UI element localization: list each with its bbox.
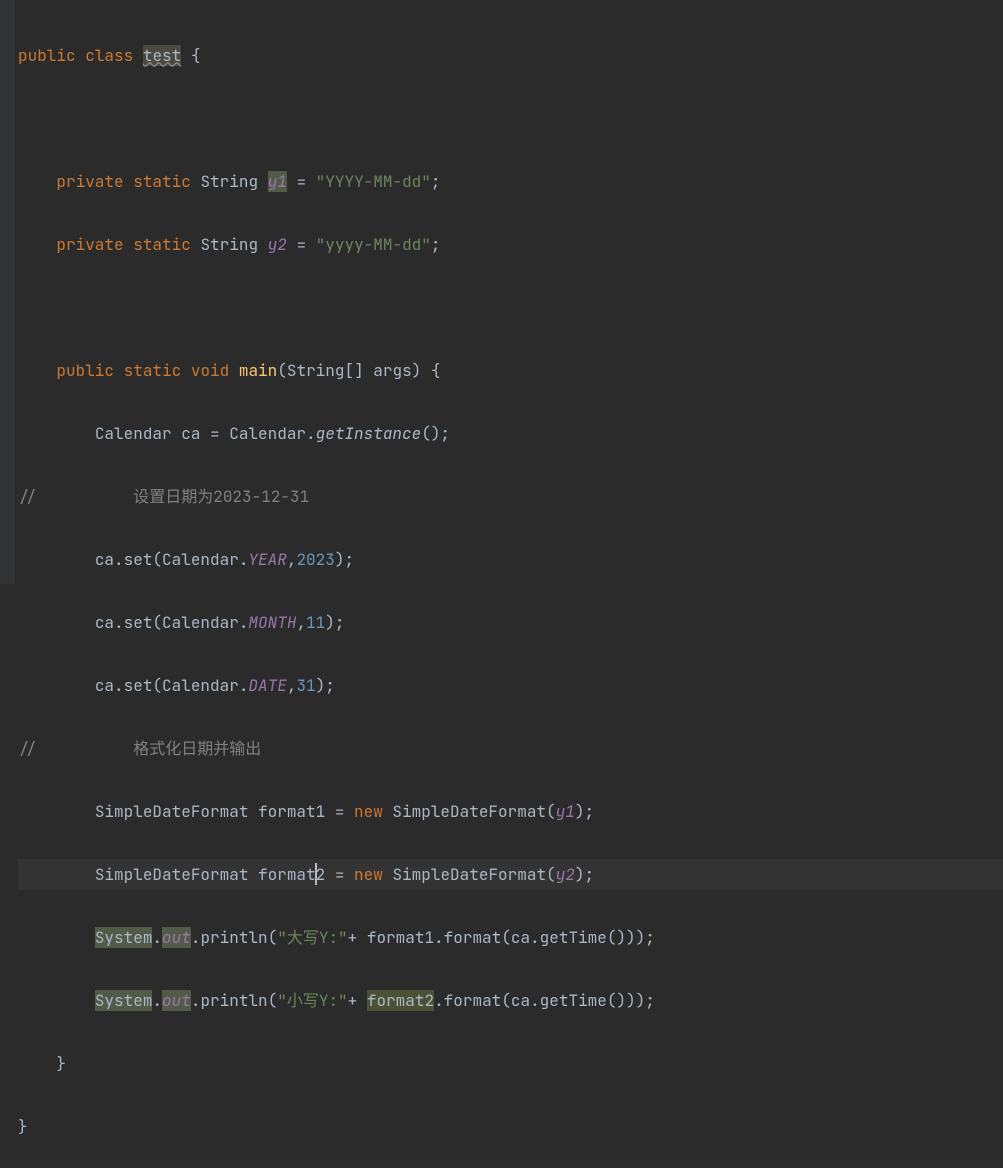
comment-marker: //: [18, 738, 37, 759]
code-line[interactable]: SimpleDateFormat format1 = new SimpleDat…: [18, 796, 1003, 828]
sdf-ctor: SimpleDateFormat(: [383, 801, 556, 822]
string-literal: "小写Y:": [277, 990, 347, 1011]
ca-set: ca.set(Calendar.: [95, 612, 249, 633]
ref-format2: format2: [367, 990, 434, 1011]
field-y2: y2: [268, 234, 287, 255]
comment-text: 格式化日期并输出: [133, 738, 261, 759]
sdf-decl: SimpleDateFormat format1 =: [95, 801, 354, 822]
keyword-new: new: [354, 864, 383, 885]
calendar-call: Calendar ca = Calendar.: [95, 423, 316, 444]
ca-set: ca.set(Calendar.: [95, 675, 249, 696]
sdf-decl: SimpleDateFormat forma: [95, 864, 306, 885]
code-line[interactable]: Calendar ca = Calendar.getInstance();: [18, 418, 1003, 450]
code-line-active[interactable]: SimpleDateFormat format2 = new SimpleDat…: [18, 859, 1003, 891]
code-line[interactable]: public class test {: [18, 40, 1003, 72]
string-literal: "yyyy-MM-dd": [316, 234, 431, 255]
code-line[interactable]: // 设置日期为2023-12-31: [18, 481, 1003, 513]
brace-open: {: [181, 45, 200, 66]
class-name: test: [143, 45, 181, 66]
code-line[interactable]: System.out.println("大写Y:"+ format1.forma…: [18, 922, 1003, 954]
dot: .: [152, 990, 162, 1011]
calendar-month: MONTH: [248, 612, 296, 633]
comma: ,: [296, 612, 306, 633]
number-31: 31: [296, 675, 315, 696]
calendar-year: YEAR: [248, 549, 286, 570]
keyword-class: class: [85, 45, 133, 66]
keyword-static: static: [133, 234, 191, 255]
keyword-public: public: [18, 45, 76, 66]
comment-text: 设置日期为2023-12-31: [133, 486, 309, 507]
sdf-ctor: SimpleDateFormat(: [383, 864, 556, 885]
number-11: 11: [306, 612, 325, 633]
code-line[interactable]: ca.set(Calendar.DATE,31);: [18, 670, 1003, 702]
code-editor[interactable]: public class test { private static Strin…: [14, 0, 1003, 584]
keyword-new: new: [354, 801, 383, 822]
code-line[interactable]: ca.set(Calendar.YEAR,2023);: [18, 544, 1003, 576]
keyword-void: void: [191, 360, 229, 381]
equals: =: [287, 234, 316, 255]
calendar-date: DATE: [248, 675, 286, 696]
comment-marker: //: [18, 486, 37, 507]
semicolon: );: [325, 612, 344, 633]
string-literal: "YYYY-MM-dd": [316, 171, 431, 192]
brace-close: }: [56, 1053, 66, 1074]
code-line[interactable]: [18, 292, 1003, 324]
ref-y2: y2: [556, 864, 575, 885]
field-y1: y1: [268, 171, 287, 192]
editor-gutter: [0, 0, 14, 584]
comma: ,: [287, 675, 297, 696]
string-literal: "大写Y:": [277, 927, 347, 948]
sdf-decl-tail: 2 =: [316, 864, 354, 885]
code-line[interactable]: }: [18, 1048, 1003, 1080]
code-line[interactable]: public static void main(String[] args) {: [18, 355, 1003, 387]
code-line[interactable]: ca.set(Calendar.MONTH,11);: [18, 607, 1003, 639]
println: .println(: [191, 990, 277, 1011]
semicolon: ;: [431, 234, 441, 255]
semicolon: );: [575, 864, 594, 885]
code-line[interactable]: private static String y2 = "yyyy-MM-dd";: [18, 229, 1003, 261]
type-string: String: [200, 171, 258, 192]
ca-set: ca.set(Calendar.: [95, 549, 249, 570]
semicolon: ();: [421, 423, 450, 444]
method-main: main: [239, 360, 277, 381]
number-2023: 2023: [296, 549, 334, 570]
println: .println(: [191, 927, 277, 948]
keyword-static: static: [133, 171, 191, 192]
params: (String[] args) {: [277, 360, 440, 381]
code-line[interactable]: private static String y1 = "YYYY-MM-dd";: [18, 166, 1003, 198]
semicolon: );: [575, 801, 594, 822]
keyword-public: public: [56, 360, 114, 381]
type-string: String: [200, 234, 258, 255]
ref-y1: y1: [556, 801, 575, 822]
expr: + format1.format(ca.getTime()));: [348, 927, 655, 948]
semicolon: );: [316, 675, 335, 696]
code-line[interactable]: System.out.println("小写Y:"+ format2.forma…: [18, 985, 1003, 1017]
system-class: System: [95, 990, 153, 1011]
code-line[interactable]: [18, 103, 1003, 135]
semicolon: );: [335, 549, 354, 570]
semicolon: ;: [431, 171, 441, 192]
expr: .format(ca.getTime()));: [434, 990, 655, 1011]
keyword-static: static: [124, 360, 182, 381]
system-out: out: [162, 990, 191, 1011]
system-class: System: [95, 927, 153, 948]
brace-close: }: [18, 1116, 28, 1137]
equals: =: [287, 171, 316, 192]
comma: ,: [287, 549, 297, 570]
code-line[interactable]: }: [18, 1111, 1003, 1143]
dot: .: [152, 927, 162, 948]
plus: +: [348, 990, 367, 1011]
code-line[interactable]: // 格式化日期并输出: [18, 733, 1003, 765]
getinstance: getInstance: [316, 423, 422, 444]
keyword-private: private: [56, 234, 123, 255]
system-out: out: [162, 927, 191, 948]
keyword-private: private: [56, 171, 123, 192]
